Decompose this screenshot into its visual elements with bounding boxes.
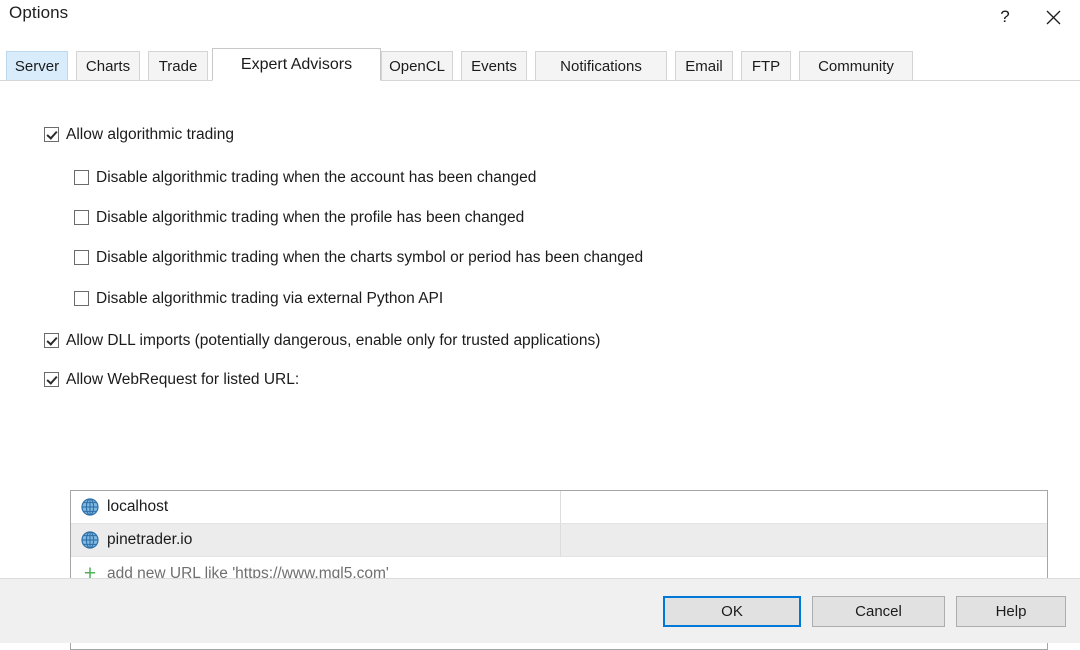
close-icon	[1046, 10, 1061, 25]
url-table-row[interactable]: localhost	[71, 491, 1047, 524]
checkbox-unchecked-icon[interactable]	[74, 291, 89, 306]
globe-icon	[80, 497, 100, 517]
checkbox-unchecked-icon[interactable]	[74, 170, 89, 185]
tab-strip: Server Charts Trade Expert Advisors OpenCL Ev…	[0, 48, 1080, 81]
tab-trade[interactable]: Trade	[148, 51, 208, 80]
tab-label: Events	[471, 58, 517, 75]
option-row[interactable]: Disable algorithmic trading when the cha…	[74, 250, 643, 266]
checkbox-unchecked-icon[interactable]	[74, 210, 89, 225]
option-label: Disable algorithmic trading when the pro…	[96, 210, 524, 226]
tab-label: Expert Advisors	[241, 56, 352, 74]
tab-events[interactable]: Events	[461, 51, 527, 80]
dialog-footer: OK Cancel Help	[0, 578, 1080, 643]
option-row[interactable]: Allow WebRequest for listed URL:	[44, 372, 299, 388]
tab-label: Community	[818, 58, 894, 75]
option-label: Allow DLL imports (potentially dangerous…	[66, 333, 600, 349]
expert-advisors-panel: localhostpinetrader.io+add new URL like …	[0, 81, 1080, 578]
checkbox-checked-icon[interactable]	[44, 372, 59, 387]
checkbox-checked-icon[interactable]	[44, 333, 59, 348]
url-text: pinetrader.io	[107, 531, 192, 549]
tab-label: Trade	[159, 58, 198, 75]
option-row[interactable]: Disable algorithmic trading when the pro…	[74, 210, 524, 226]
tab-label: Email	[685, 58, 723, 75]
tab-ftp[interactable]: FTP	[741, 51, 791, 80]
tab-label: Charts	[86, 58, 130, 75]
page-title: Options	[9, 3, 68, 23]
tab-label: Notifications	[560, 58, 642, 75]
column-divider	[560, 524, 561, 556]
tab-expert-advisors[interactable]: Expert Advisors	[212, 48, 381, 81]
question-mark-icon: ?	[1000, 7, 1009, 27]
help-button[interactable]: ?	[982, 0, 1028, 34]
help-button-footer[interactable]: Help	[956, 596, 1066, 627]
option-row[interactable]: Disable algorithmic trading via external…	[74, 291, 443, 307]
tab-server[interactable]: Server	[6, 51, 68, 80]
tab-charts[interactable]: Charts	[76, 51, 140, 80]
checkbox-unchecked-icon[interactable]	[74, 250, 89, 265]
tab-label: FTP	[752, 58, 780, 75]
tab-label: Server	[15, 58, 59, 75]
tab-label: OpenCL	[389, 58, 445, 75]
globe-icon	[80, 530, 100, 550]
tab-opencl[interactable]: OpenCL	[381, 51, 453, 80]
option-label: Allow WebRequest for listed URL:	[66, 372, 299, 388]
tab-notifications[interactable]: Notifications	[535, 51, 667, 80]
option-row[interactable]: Allow algorithmic trading	[44, 127, 234, 143]
title-bar: Options ?	[0, 0, 1080, 40]
option-label: Allow algorithmic trading	[66, 127, 234, 143]
option-label: Disable algorithmic trading via external…	[96, 291, 443, 307]
tab-community[interactable]: Community	[799, 51, 913, 80]
url-text: localhost	[107, 498, 168, 516]
option-row[interactable]: Disable algorithmic trading when the acc…	[74, 170, 536, 186]
url-table-row[interactable]: pinetrader.io	[71, 524, 1047, 557]
tab-email[interactable]: Email	[675, 51, 733, 80]
option-row[interactable]: Allow DLL imports (potentially dangerous…	[44, 333, 600, 349]
column-divider	[560, 491, 561, 523]
checkbox-checked-icon[interactable]	[44, 127, 59, 142]
option-label: Disable algorithmic trading when the cha…	[96, 250, 643, 266]
option-label: Disable algorithmic trading when the acc…	[96, 170, 536, 186]
cancel-button[interactable]: Cancel	[812, 596, 945, 627]
ok-button[interactable]: OK	[663, 596, 801, 627]
close-button[interactable]	[1030, 0, 1076, 34]
